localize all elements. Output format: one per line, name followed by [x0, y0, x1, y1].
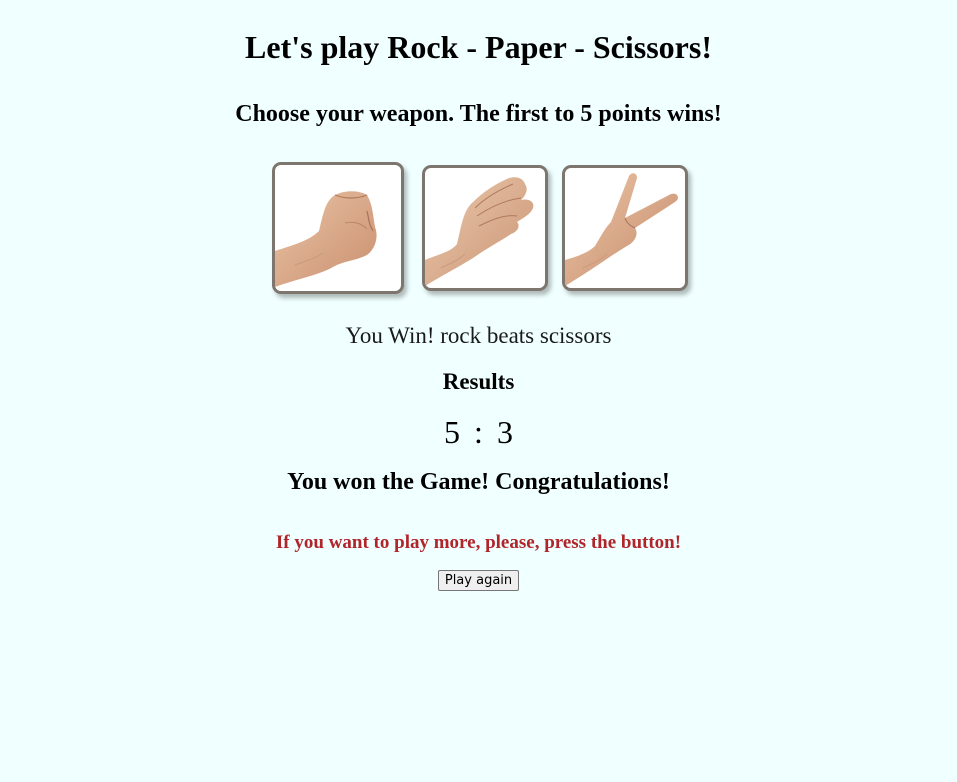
player-score: 5 — [444, 414, 461, 450]
paper-hand-icon — [424, 177, 533, 286]
game-over-message: You won the Game! Congratulations! — [287, 469, 670, 495]
scissors-hand-icon — [564, 173, 678, 286]
computer-score: 3 — [496, 414, 513, 450]
score-separator: : — [474, 414, 483, 450]
page-title: Let's play Rock - Paper - Scissors! — [245, 29, 712, 65]
rock-hand-icon — [274, 191, 377, 287]
paper-button[interactable] — [421, 165, 548, 291]
scissors-button[interactable] — [561, 165, 688, 291]
button-container: Play again — [0, 554, 957, 591]
round-result: You Win! rock beats scissors — [345, 323, 612, 348]
game-page: Let's play Rock - Paper - Scissors! Choo… — [0, 0, 957, 591]
weapon-choices — [0, 162, 957, 294]
play-again-hint: If you want to play more, please, press … — [275, 532, 682, 553]
results-heading: Results — [442, 369, 515, 394]
play-again-button[interactable]: Play again — [437, 570, 520, 591]
rock-button[interactable] — [271, 162, 404, 294]
instructions: Choose your weapon. The first to 5 point… — [235, 101, 722, 127]
scoreboard: 5:3 — [0, 395, 957, 450]
